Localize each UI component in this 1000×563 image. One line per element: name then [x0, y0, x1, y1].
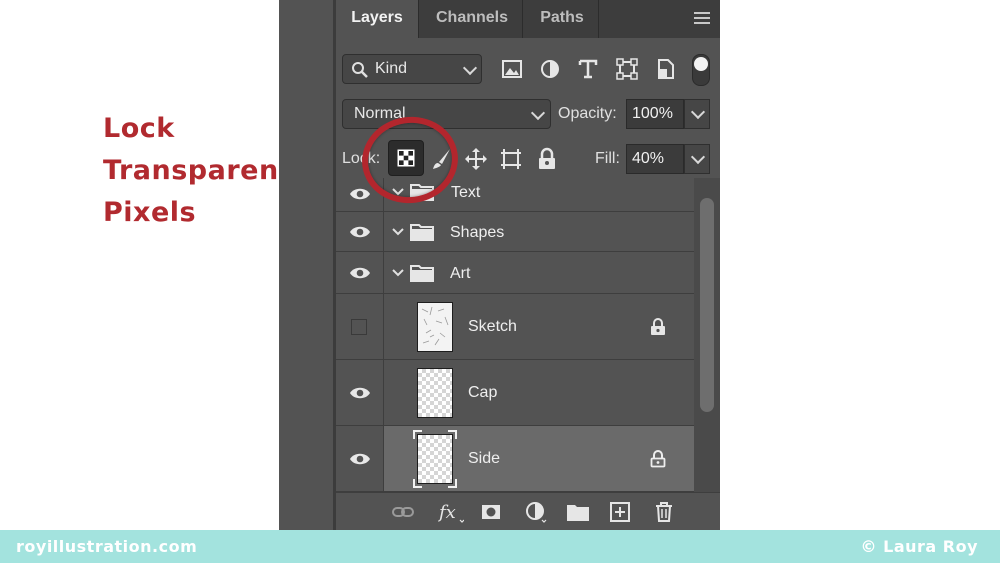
- lock-icon: [651, 318, 665, 335]
- opacity-dropdown[interactable]: [684, 99, 710, 129]
- layer-thumbnail: [417, 302, 453, 352]
- eye-icon: [350, 188, 370, 200]
- trash-icon[interactable]: [653, 501, 675, 523]
- visibility-toggle[interactable]: [336, 426, 384, 491]
- visibility-toggle[interactable]: [336, 212, 384, 251]
- lock-artboard-icon[interactable]: [499, 147, 523, 171]
- tab-divider: [522, 0, 523, 38]
- layer-row-side[interactable]: Side: [336, 426, 694, 492]
- layer-name: Text: [451, 184, 481, 201]
- image-filter-icon[interactable]: [501, 58, 523, 80]
- chevron-down-icon: [530, 105, 546, 121]
- kind-filter-label: Kind: [375, 60, 408, 77]
- footer-copyright: © Laura Roy: [860, 537, 978, 556]
- caption-line-2: Transparent: [103, 155, 293, 186]
- layer-thumbnail: [417, 434, 453, 484]
- footer-website: royillustration.com: [16, 537, 198, 556]
- shape-filter-icon[interactable]: [616, 58, 638, 80]
- adjustment-filter-icon[interactable]: [539, 58, 561, 80]
- tab-channels[interactable]: Channels: [422, 0, 522, 38]
- visibility-toggle[interactable]: [336, 360, 384, 425]
- layer-thumbnail: [417, 368, 453, 418]
- caption-line-3: Pixels: [103, 197, 197, 228]
- tab-divider: [418, 0, 419, 38]
- partial-lock-icon: [650, 450, 666, 468]
- lock-position-icon[interactable]: [464, 147, 488, 171]
- type-filter-icon[interactable]: [577, 58, 599, 80]
- tab-paths[interactable]: Paths: [526, 0, 598, 38]
- panel-tab-bar: Layers Channels Paths: [336, 0, 720, 38]
- caption-text: Lock Transparent Pixels: [103, 108, 292, 234]
- eye-icon: [350, 453, 370, 465]
- opacity-input[interactable]: 100%: [626, 99, 684, 129]
- tab-layers[interactable]: Layers: [336, 0, 418, 38]
- layer-name: Shapes: [450, 224, 505, 241]
- add-mask-icon[interactable]: [480, 501, 502, 523]
- visibility-off-box: [351, 319, 367, 335]
- layers-list: Text Shapes Art Sketch Cap Side: [336, 178, 694, 492]
- svg-text:fx: fx: [438, 502, 456, 523]
- layers-scrollbar[interactable]: [694, 178, 720, 492]
- blend-mode-select[interactable]: Normal: [342, 99, 551, 129]
- fill-input[interactable]: 40%: [626, 144, 684, 174]
- chevron-down-icon: [690, 149, 706, 165]
- layer-name: Cap: [468, 384, 498, 401]
- adjustment-layer-icon[interactable]: [525, 501, 547, 523]
- layer-row-shapes[interactable]: Shapes: [336, 212, 694, 252]
- layer-row-sketch[interactable]: Sketch: [336, 294, 694, 360]
- filter-toggle[interactable]: [692, 54, 710, 86]
- layer-row-cap[interactable]: Cap: [336, 360, 694, 426]
- visibility-toggle[interactable]: [336, 252, 384, 293]
- smart-object-filter-icon[interactable]: [655, 58, 677, 80]
- folder-icon: [410, 265, 434, 282]
- scrollbar-thumb[interactable]: [700, 198, 714, 412]
- chevron-down-icon[interactable]: [392, 228, 404, 236]
- chevron-down-icon[interactable]: [392, 269, 404, 277]
- fill-label: Fill:: [595, 150, 620, 167]
- chevron-down-icon: [690, 104, 706, 120]
- caption-line-1: Lock: [103, 113, 175, 144]
- toggle-knob: [694, 57, 708, 71]
- layer-row-art[interactable]: Art: [336, 252, 694, 294]
- new-layer-icon[interactable]: [609, 501, 631, 523]
- layer-name: Sketch: [468, 318, 517, 335]
- sketch-texture: [421, 306, 449, 346]
- fx-icon[interactable]: fx: [438, 501, 464, 523]
- layer-name: Side: [468, 450, 501, 467]
- search-icon: [352, 62, 368, 78]
- layers-bottom-toolbar: fx: [336, 492, 720, 530]
- app-left-strip: [279, 0, 336, 530]
- chevron-down-icon: [462, 60, 478, 76]
- tab-divider: [598, 0, 599, 38]
- fill-dropdown[interactable]: [684, 144, 710, 174]
- panel-menu-icon[interactable]: [694, 12, 710, 24]
- eye-icon: [350, 267, 370, 279]
- folder-icon: [410, 224, 434, 241]
- opacity-label: Opacity:: [558, 105, 617, 122]
- eye-icon: [350, 226, 370, 238]
- footer-bar: royillustration.com © Laura Roy: [0, 530, 1000, 563]
- new-group-icon[interactable]: [566, 501, 590, 523]
- lock-all-icon[interactable]: [536, 147, 558, 171]
- layers-panel: Layers Channels Paths Kind Normal Opacit…: [336, 0, 720, 530]
- link-layers-icon[interactable]: [392, 501, 414, 523]
- layer-name: Art: [450, 265, 471, 282]
- visibility-toggle[interactable]: [336, 294, 384, 359]
- kind-filter-select[interactable]: Kind: [342, 54, 482, 84]
- eye-icon: [350, 387, 370, 399]
